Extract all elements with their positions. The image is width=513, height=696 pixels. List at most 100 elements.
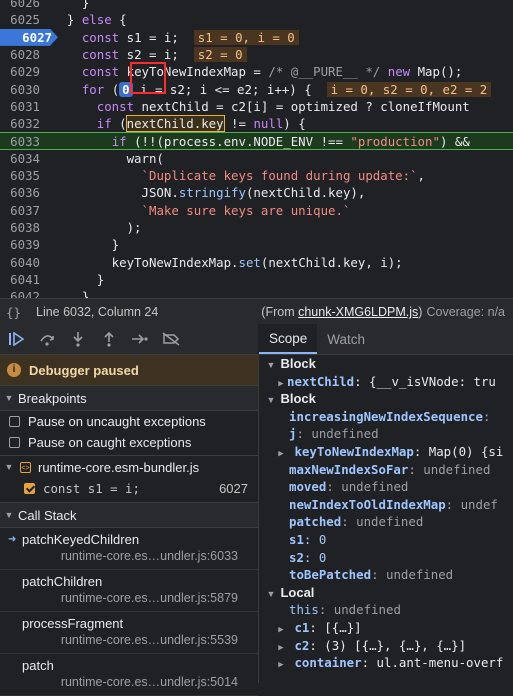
code-token: JSON.	[52, 185, 179, 201]
scope-variable[interactable]: ▶ c1: [{…}]	[259, 619, 513, 637]
scope-block-header[interactable]: ▼ Block	[259, 390, 513, 408]
pretty-print-icon[interactable]: {}	[6, 305, 24, 320]
scope-local-header[interactable]: ▼ Local	[259, 584, 513, 602]
scope-variable[interactable]: this: undefined	[259, 601, 513, 619]
line-number[interactable]: 6028	[0, 46, 46, 63]
callstack-section-header[interactable]: ▼ Call Stack	[0, 502, 258, 528]
scope-variable[interactable]: ▶ nextChild: {__v_isVNode: tru	[259, 373, 513, 391]
code-line[interactable]: 6027 const s1 = i; s1 = 0, i = 0	[0, 28, 513, 46]
scope-variable-value: : (3) [{…}, {…}, {…}]	[309, 637, 467, 653]
code-text: }	[52, 0, 89, 11]
code-line[interactable]: 6040 keyToNewIndexMap.set(nextChild.key,…	[0, 254, 513, 271]
breakpoints-section-header[interactable]: ▼ Breakpoints	[0, 385, 258, 411]
scope-variable[interactable]: maxNewIndexSoFar: undefined	[259, 461, 513, 479]
code-line[interactable]: 6032 if (nextChild.key != null) {	[0, 115, 513, 133]
line-number[interactable]: 6040	[0, 254, 46, 271]
inline-value: i = 0, s2 = 0, e2 = 2	[326, 81, 492, 97]
code-token: const	[81, 29, 120, 45]
scope-variable-value: : undefined	[341, 514, 424, 530]
scope-local-title: Local	[280, 584, 315, 600]
pause-uncaught-row[interactable]: Pause on uncaught exceptions	[0, 411, 258, 432]
scope-block-header[interactable]: ▼ Block	[259, 355, 513, 373]
code-token: (!!(process.env.NODE_ENV !==	[126, 134, 351, 150]
code-line[interactable]: 6025 } else {	[0, 11, 513, 28]
highlight-box	[130, 62, 166, 94]
scope-variable-name: increasingNewIndexSequence	[289, 408, 483, 424]
call-frame[interactable]: processFragment runtime-core.es…undler.js…	[0, 612, 258, 654]
scope-variable[interactable]: newIndexToOldIndexMap: undef	[259, 496, 513, 514]
debugger-paused-banner: i Debugger paused	[0, 355, 258, 385]
scope-variable-name: keyToNewIndexMap	[294, 443, 414, 459]
line-number[interactable]: 6029	[0, 63, 46, 80]
source-file-link[interactable]: chunk-XMG6LDPM.js	[298, 305, 418, 319]
code-line[interactable]: 6038 );	[0, 219, 513, 236]
line-number[interactable]: 6032	[0, 115, 46, 132]
code-token: }	[52, 12, 82, 28]
line-number[interactable]: 6038	[0, 219, 46, 236]
code-line[interactable]: 6026 }	[0, 0, 513, 11]
pause-uncaught-checkbox[interactable]	[9, 416, 20, 427]
code-line[interactable]: 6042 }	[0, 288, 513, 298]
line-number[interactable]: 6034	[0, 150, 46, 167]
code-line[interactable]: 6037 `Make sure keys are unique.`	[0, 202, 513, 219]
code-line[interactable]: 6029 const keyToNewIndexMap = /* @__PURE…	[0, 63, 513, 80]
step-out-button[interactable]	[93, 326, 124, 352]
scope-variable[interactable]: toBePatched: undefined	[259, 566, 513, 584]
line-number[interactable]: 6026	[0, 0, 46, 11]
scope-variable[interactable]: ▶ keyToNewIndexMap: Map(0) {si	[259, 443, 513, 461]
tab-scope[interactable]: Scope	[259, 324, 318, 354]
line-number[interactable]: 6035	[0, 167, 46, 184]
line-number[interactable]: 6033	[0, 133, 46, 150]
scope-variable-value: : ul.ant-menu-overf	[361, 655, 504, 671]
code-line[interactable]: 6039 }	[0, 236, 513, 253]
line-number[interactable]: 6039	[0, 236, 46, 253]
code-line[interactable]: 6034 warn(	[0, 150, 513, 167]
chevron-down-icon: ▼	[4, 462, 14, 472]
code-line[interactable]: 6041 }	[0, 271, 513, 288]
call-frame[interactable]: patchChildren runtime-core.es…undler.js:5…	[0, 570, 258, 612]
scope-variable[interactable]: s1: 0	[259, 531, 513, 549]
code-editor[interactable]: 6026 } 6025 } else {6027 const s1 = i; s1…	[0, 0, 513, 298]
code-text: `Duplicate keys found during update:`,	[52, 167, 425, 184]
scope-variable[interactable]: s2: 0	[259, 549, 513, 567]
breakpoint-file-row[interactable]: ▼ <> runtime-core.esm-bundler.js	[0, 456, 258, 478]
chevron-down-icon: ▼	[4, 510, 14, 520]
tab-watch[interactable]: Watch	[317, 324, 375, 354]
line-number[interactable]: 6025	[0, 11, 46, 28]
code-line[interactable]: 6028 const s2 = i; s2 = 0	[0, 46, 513, 63]
code-line[interactable]: 6031 const nextChild = c2[i] = optimized…	[0, 98, 513, 115]
source-status-bar: {} Line 6032, Column 24 (From chunk-XMG6…	[0, 298, 513, 325]
code-token: /* @__PURE__ */	[268, 64, 381, 80]
code-line[interactable]: 6030 for (0 i = s2; i <= e2; i++) { i = …	[0, 81, 513, 98]
resume-button[interactable]	[0, 326, 31, 352]
line-number[interactable]: 6041	[0, 271, 46, 288]
chevron-right-icon: ▶	[278, 660, 284, 671]
pause-caught-row[interactable]: Pause on caught exceptions	[0, 432, 258, 453]
breakpoint-entry[interactable]: const s1 = i; 6027	[0, 478, 258, 499]
deactivate-breakpoints-button[interactable]	[155, 326, 186, 352]
scope-variable[interactable]: moved: undefined	[259, 478, 513, 496]
code-token: const	[96, 98, 135, 114]
line-number[interactable]: 6030	[0, 81, 46, 98]
line-number[interactable]: 6036	[0, 184, 46, 201]
line-number[interactable]: 6027	[0, 28, 58, 46]
step-over-button[interactable]	[31, 326, 62, 352]
scope-variable[interactable]: j: undefined	[259, 425, 513, 443]
code-line[interactable]: 6036 JSON.stringify(nextChild.key),	[0, 184, 513, 201]
line-number[interactable]: 6042	[0, 288, 46, 298]
scope-variable[interactable]: patched: undefined	[259, 513, 513, 531]
scope-variable[interactable]: ▶ container: ul.ant-menu-overf	[259, 654, 513, 672]
breakpoint-checkbox[interactable]	[24, 483, 35, 494]
step-into-button[interactable]	[62, 326, 93, 352]
code-line[interactable]: 6033 if (!!(process.env.NODE_ENV !== "pr…	[0, 132, 513, 150]
call-frame[interactable]: patch runtime-core.es…undler.js:5014	[0, 654, 258, 696]
scope-variable[interactable]: ▶ c2: (3) [{…}, {…}, {…}]	[259, 637, 513, 655]
breakpoint-line-number: 6027	[219, 481, 248, 496]
pause-caught-checkbox[interactable]	[9, 437, 20, 448]
step-button[interactable]	[124, 326, 155, 352]
scope-variable[interactable]: increasingNewIndexSequence:	[259, 408, 513, 426]
call-frame[interactable]: ➜ patchKeyedChildren runtime-core.es…undle…	[0, 528, 258, 570]
line-number[interactable]: 6037	[0, 202, 46, 219]
line-number[interactable]: 6031	[0, 98, 46, 115]
code-line[interactable]: 6035 `Duplicate keys found during update…	[0, 167, 513, 184]
